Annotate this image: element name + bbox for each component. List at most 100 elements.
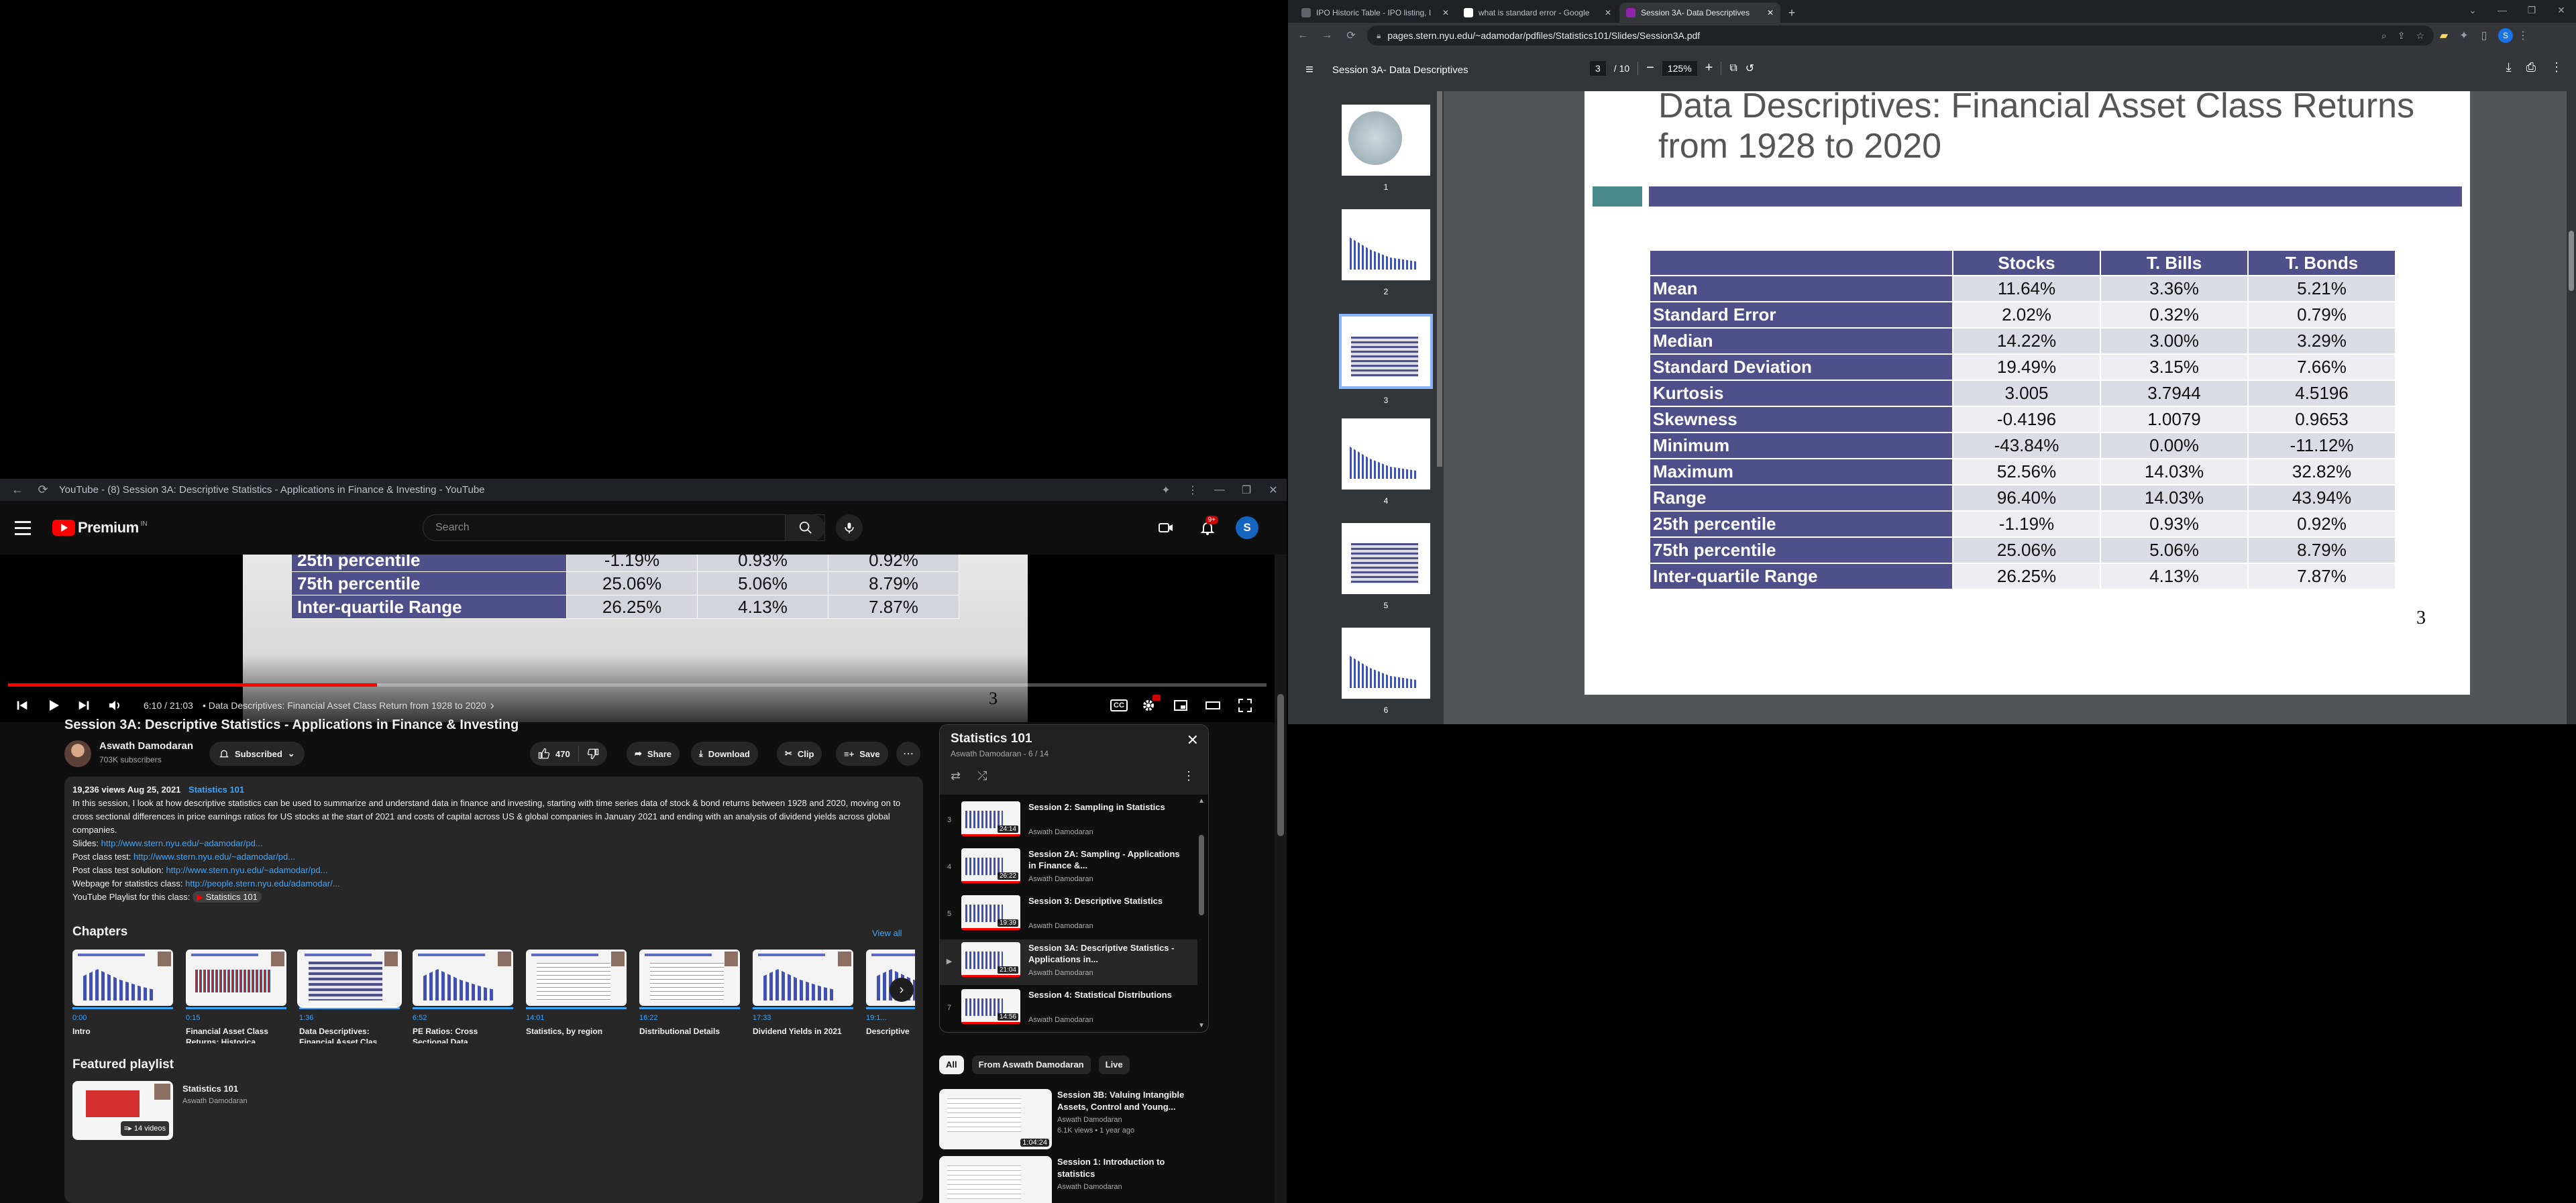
settings-button[interactable] <box>1132 695 1165 713</box>
search-button[interactable] <box>785 514 825 541</box>
minimize-button[interactable]: — <box>2487 0 2517 20</box>
hashtag-link[interactable]: Statistics 101 <box>189 785 244 795</box>
theater-mode-button[interactable] <box>1197 697 1229 713</box>
playlist-item[interactable]: 4 26:22 Session 2A: Sampling - Application… <box>940 846 1197 891</box>
link-url[interactable]: http://www.stern.nyu.edu/~adamodar/pd... <box>166 865 327 875</box>
pdf-more-icon[interactable]: ⋮ <box>2551 60 2563 74</box>
playlist-scrollbar-thumb[interactable] <box>1199 835 1204 915</box>
chapter-card[interactable]: 1:36 Data Descriptives: Financial Asset C… <box>297 950 402 1043</box>
back-button[interactable]: ← <box>1291 30 1315 42</box>
scroll-up-icon[interactable]: ▲ <box>1197 797 1205 805</box>
loop-button[interactable]: ⇄ <box>951 769 961 783</box>
extensions-icon[interactable]: ✦ <box>2454 29 2474 42</box>
browser-tab[interactable]: Session 3A- Data Descriptives ✕ <box>1619 3 1780 23</box>
menu-dots-icon[interactable]: ⋮ <box>1179 479 1206 501</box>
tab-close-icon[interactable]: ✕ <box>1442 8 1449 17</box>
zoom-icon[interactable]: ⌕ <box>2381 30 2387 42</box>
playlist-title[interactable]: Statistics 101 <box>951 732 1197 746</box>
chapter-card[interactable]: 16:22 Distributional Details <box>639 950 740 1043</box>
browser-tab[interactable]: what is standard error - Google ✕ <box>1457 3 1618 23</box>
sidepanel-icon[interactable]: ▯ <box>2474 29 2494 42</box>
playlist-close-button[interactable]: ✕ <box>1187 732 1199 749</box>
chapter-title[interactable]: • Data Descriptives: Financial Asset Cla… <box>203 700 486 711</box>
view-all-link[interactable]: View all <box>872 927 902 940</box>
pdf-scrollbar-thumb[interactable] <box>2569 231 2574 291</box>
reload-button[interactable]: ⟳ <box>1339 29 1363 42</box>
minimize-button[interactable]: — <box>1206 479 1233 501</box>
print-icon[interactable]: ⎙ <box>2526 60 2536 74</box>
youtube-logo[interactable]: Premium IN <box>52 519 148 536</box>
playlist-item[interactable]: 7 14:56 Session 4: Statistical Distributio… <box>940 986 1197 1032</box>
download-icon[interactable]: ⤓ <box>2506 60 2512 74</box>
dislike-button[interactable] <box>579 748 607 760</box>
tab-close-icon[interactable]: ✕ <box>1767 8 1774 17</box>
chapter-card[interactable]: 17:33 Dividend Yields in 2021 <box>753 950 853 1043</box>
miniplayer-button[interactable] <box>1165 697 1197 713</box>
share-icon[interactable]: ⇪ <box>2398 30 2406 42</box>
page-scrollbar[interactable] <box>1275 555 1287 1203</box>
search-input[interactable]: Search <box>423 514 825 541</box>
video-player[interactable]: 25th percentile -1.19% 0.93% 0.92% 75th perc… <box>0 555 1275 722</box>
subtitles-button[interactable]: CC <box>1106 699 1132 711</box>
extensions-icon[interactable]: ✦ <box>1152 479 1179 501</box>
link-url[interactable]: http://www.stern.nyu.edu/~adamodar/pd... <box>101 838 263 848</box>
related-video[interactable]: 1:04:24 Session 3B: Valuing Intangible As… <box>939 1086 1209 1149</box>
mute-button[interactable] <box>107 697 129 713</box>
chapter-card[interactable]: 6:52 PE Ratios: Cross Sectional Data <box>413 950 513 1043</box>
previous-button[interactable] <box>15 698 36 713</box>
scroll-down-icon[interactable]: ▼ <box>1197 1022 1205 1029</box>
voice-search-button[interactable] <box>836 514 863 541</box>
tab-close-icon[interactable]: ✕ <box>1605 8 1611 17</box>
omnibox[interactable]: 🔒︎ pages.stern.nyu.edu/~adamodar/pdfiles… <box>1367 25 2434 46</box>
chapter-card[interactable]: 0:00 Intro <box>72 950 173 1043</box>
fit-page-icon[interactable]: ⧉ <box>1729 62 1737 74</box>
playlist-item[interactable]: 5 19:39 Session 3: Descriptive Statistics A… <box>940 893 1197 938</box>
chrome-menu-icon[interactable]: ⋮ <box>2513 29 2533 42</box>
pdf-thumbnail[interactable]: 5 <box>1339 523 1430 610</box>
like-button[interactable]: 470 <box>530 746 579 762</box>
notifications-button[interactable]: 9+ <box>1194 514 1221 541</box>
pdf-menu-button[interactable]: ≡ <box>1296 62 1323 78</box>
pdf-thumbnail[interactable]: 2 <box>1339 209 1430 296</box>
channel-name[interactable]: Aswath Damodaran <box>99 740 193 752</box>
zoom-out-button[interactable]: − <box>1646 60 1654 76</box>
shuffle-button[interactable]: ⤮ <box>977 769 987 783</box>
playlist-item[interactable]: 3 24:14 Session 2: Sampling in Statistics A… <box>940 799 1197 844</box>
related-video[interactable]: Session 1: Introduction to statistics Asw… <box>939 1153 1209 1203</box>
chapter-chevron-icon[interactable]: › <box>490 699 494 713</box>
share-button[interactable]: ➦ Share <box>627 742 680 766</box>
channel-avatar[interactable] <box>64 740 91 767</box>
description-box[interactable]: 19,236 views Aug 25, 2021 Statistics 101… <box>64 777 923 1203</box>
playlist-chip[interactable]: ▶ Statistics 101 <box>192 891 262 903</box>
link-url[interactable]: http://www.stern.nyu.edu/~adamodar/pd... <box>133 852 295 862</box>
pdf-thumbnail[interactable]: 1 <box>1339 105 1430 192</box>
close-button[interactable]: ✕ <box>1260 479 1287 501</box>
filter-chip[interactable]: All <box>939 1055 964 1074</box>
featured-channel[interactable]: Aswath Damodaran <box>182 1094 248 1108</box>
forward-button[interactable]: → <box>1315 30 1339 42</box>
pdf-scrollbar[interactable] <box>2567 91 2576 724</box>
back-icon[interactable]: ← <box>9 482 25 498</box>
restore-button[interactable]: ❐ <box>2517 0 2546 20</box>
pdf-thumbnail[interactable]: 4 <box>1339 418 1430 506</box>
link-url[interactable]: http://people.stern.nyu.edu/adamodar/... <box>185 878 340 889</box>
more-actions-button[interactable]: ⋯ <box>896 742 920 766</box>
rotate-icon[interactable]: ↺ <box>1746 62 1754 75</box>
clip-button[interactable]: ✂ Clip <box>777 742 822 766</box>
play-button[interactable] <box>46 697 67 713</box>
new-tab-button[interactable]: + <box>1782 3 1802 23</box>
bookmark-star-icon[interactable]: ☆ <box>2416 30 2424 42</box>
featured-playlist-thumb[interactable]: ≡▸ 14 videos <box>72 1081 173 1140</box>
account-avatar[interactable]: S <box>1236 516 1258 539</box>
chapter-card[interactable]: 0:15 Financial Asset Class Returns: Histo… <box>186 950 286 1043</box>
progress-bar[interactable] <box>8 683 1267 687</box>
playlist-more-button[interactable]: ⋮ <box>1183 769 1195 783</box>
page-scrollbar-thumb[interactable] <box>1277 694 1284 836</box>
filter-chip[interactable]: From Aswath Damodaran <box>971 1055 1091 1074</box>
pdf-thumbnail[interactable]: 3 <box>1339 314 1433 405</box>
chapters-next-button[interactable]: › <box>890 978 914 1002</box>
hamburger-menu-icon[interactable] <box>15 516 38 539</box>
thumbnail-scrollbar-thumb[interactable] <box>1437 91 1442 467</box>
next-button[interactable] <box>76 698 98 713</box>
tab-search-icon[interactable]: ⌄ <box>2458 0 2487 20</box>
